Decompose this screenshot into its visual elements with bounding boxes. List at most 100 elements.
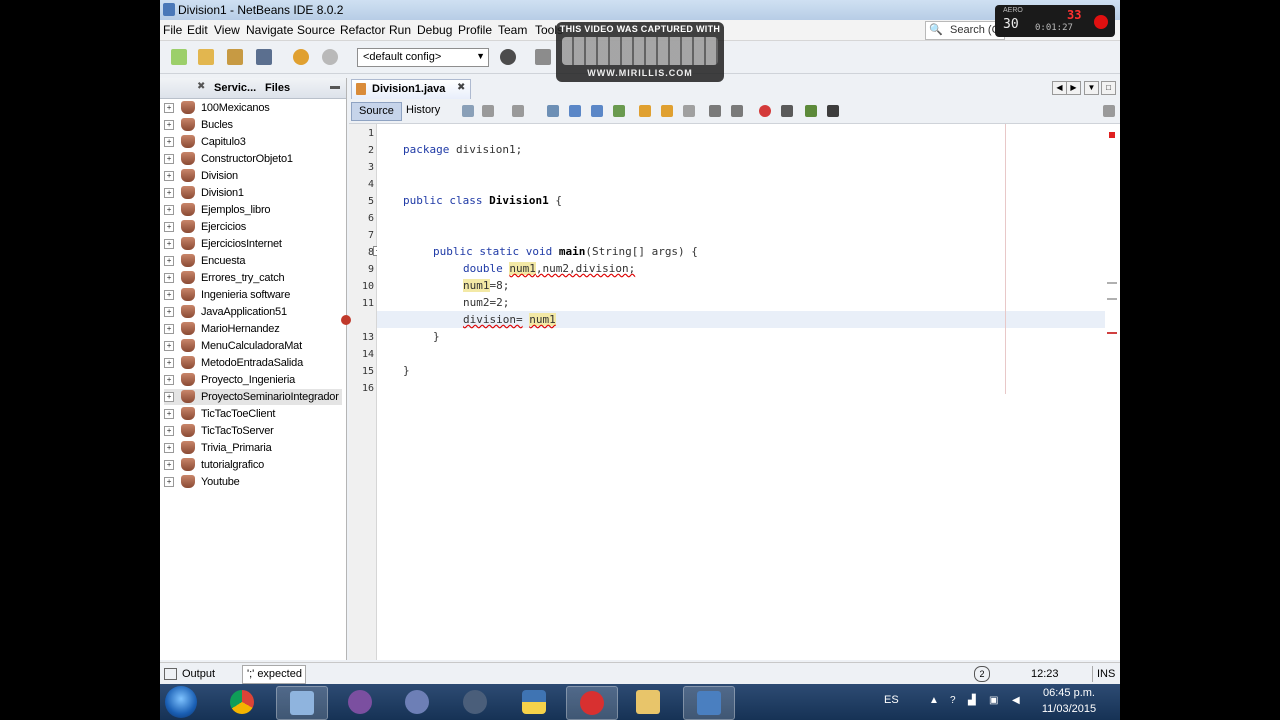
expand-icon[interactable]: + [164, 205, 174, 215]
expand-icon[interactable]: + [164, 409, 174, 419]
code-editor[interactable]: package division1; public class Division… [377, 124, 1120, 660]
next-bookmark-icon[interactable] [661, 105, 673, 117]
new-file-button[interactable] [168, 46, 190, 68]
minimize-icon[interactable]: ▬ [330, 81, 340, 92]
netbeans-taskbar-button[interactable] [276, 686, 328, 720]
tab-services[interactable]: Servic... [214, 82, 256, 94]
expand-icon[interactable]: + [164, 120, 174, 130]
open-project-button[interactable] [224, 46, 246, 68]
usb-icon[interactable]: ▣ [989, 695, 1001, 707]
expand-icon[interactable]: + [164, 290, 174, 300]
tree-item[interactable]: + Trivia_Primaria [164, 440, 342, 456]
menu-refactor[interactable]: Refactor [340, 23, 385, 37]
find-previous-icon[interactable] [569, 105, 581, 117]
expand-icon[interactable]: + [164, 477, 174, 487]
expand-icon[interactable]: + [164, 188, 174, 198]
tree-item[interactable]: + MetodoEntradaSalida [164, 355, 342, 371]
tab-files[interactable]: Files [265, 82, 290, 94]
tree-item[interactable]: + TicTacToServer [164, 423, 342, 439]
start-macro-icon[interactable] [759, 105, 771, 117]
expand-icon[interactable]: + [164, 103, 174, 113]
stripe-mark[interactable] [1107, 282, 1117, 284]
tree-item[interactable]: + Capitulo3 [164, 134, 342, 150]
find-icon[interactable] [547, 105, 559, 117]
tree-item[interactable]: + ConstructorObjeto1 [164, 151, 342, 167]
maximize-icon[interactable]: □ [1101, 81, 1116, 95]
network-icon[interactable]: ▲ [929, 695, 941, 707]
comment-icon[interactable] [805, 105, 817, 117]
expand-icon[interactable]: + [164, 426, 174, 436]
tree-item[interactable]: + MarioHernandez [164, 321, 342, 337]
menu-file[interactable]: File [163, 23, 182, 37]
expand-icon[interactable]: + [164, 392, 174, 402]
shift-left-icon[interactable] [709, 105, 721, 117]
expand-icon[interactable]: + [164, 307, 174, 317]
tree-item[interactable]: + Youtube [164, 474, 342, 490]
expand-icon[interactable]: + [164, 273, 174, 283]
tree-item[interactable]: + Encuesta [164, 253, 342, 269]
tab-history[interactable]: History [399, 102, 447, 119]
tree-item[interactable]: + tutorialgrafico [164, 457, 342, 473]
tree-item[interactable]: + JavaApplication51 [164, 304, 342, 320]
tree-item[interactable]: + Division1 [164, 185, 342, 201]
eclipse-taskbar-button[interactable] [450, 686, 500, 718]
clock-time[interactable]: 06:45 p.m. [1028, 687, 1110, 699]
python-taskbar-button[interactable] [509, 686, 559, 718]
stripe-mark[interactable] [1107, 298, 1117, 300]
tree-item[interactable]: + TicTacToeClient [164, 406, 342, 422]
expand-icon[interactable]: + [164, 137, 174, 147]
expand-icon[interactable]: + [164, 154, 174, 164]
toggle-highlight-icon[interactable] [613, 105, 625, 117]
expand-icon[interactable]: + [164, 239, 174, 249]
tree-item[interactable]: + MenuCalculadoraMat [164, 338, 342, 354]
expand-icon[interactable]: + [164, 171, 174, 181]
menu-source[interactable]: Source [297, 23, 335, 37]
recorder-taskbar-button[interactable] [566, 686, 618, 720]
tree-item[interactable]: + Bucles [164, 117, 342, 133]
expand-icon[interactable]: + [164, 358, 174, 368]
menu-profile[interactable]: Profile [458, 23, 492, 37]
menu-edit[interactable]: Edit [187, 23, 208, 37]
error-icon[interactable] [341, 315, 351, 325]
java-taskbar-button[interactable] [683, 686, 735, 720]
explorer-taskbar-button[interactable] [623, 686, 673, 718]
toggle-bookmark-icon[interactable] [683, 105, 695, 117]
notifications-icon[interactable]: 2 [974, 666, 990, 682]
expand-icon[interactable]: + [164, 341, 174, 351]
config-select[interactable]: <default config> ▼ [357, 48, 489, 67]
media-taskbar-button[interactable] [335, 686, 385, 718]
build-button[interactable] [532, 46, 554, 68]
menu-navigate[interactable]: Navigate [246, 23, 293, 37]
tab-source[interactable]: Source [351, 102, 402, 121]
menu-debug[interactable]: Debug [417, 23, 452, 37]
error-message[interactable]: ';' expected [242, 665, 306, 684]
last-edit-icon[interactable] [462, 105, 474, 117]
scroll-tabs-right-icon[interactable]: ▶ [1066, 81, 1081, 95]
tab-division1-java[interactable]: Division1.java ✖ [351, 79, 471, 99]
search-input[interactable]: 🔍 Search (C [925, 21, 1005, 40]
split-icon[interactable] [1103, 105, 1115, 117]
forward-icon[interactable] [512, 105, 524, 117]
help-icon[interactable]: ? [950, 695, 962, 707]
tree-item[interactable]: + Ejercicios [164, 219, 342, 235]
signal-icon[interactable]: ▟ [968, 695, 980, 707]
redo-button[interactable] [319, 46, 341, 68]
menu-team[interactable]: Team [498, 23, 527, 37]
tree-item[interactable]: + Division [164, 168, 342, 184]
output-button[interactable]: Output [182, 668, 215, 680]
new-project-button[interactable] [195, 46, 217, 68]
close-icon[interactable]: ✖ [197, 81, 205, 92]
tree-item[interactable]: + Ingenieria software [164, 287, 342, 303]
expand-icon[interactable]: + [164, 256, 174, 266]
record-icon[interactable] [1094, 15, 1108, 29]
tree-item[interactable]: + Proyecto_Ingenieria [164, 372, 342, 388]
expand-icon[interactable]: + [164, 460, 174, 470]
tree-item[interactable]: +100Mexicanos [164, 100, 342, 116]
expand-icon[interactable]: + [164, 222, 174, 232]
run-target-button[interactable] [497, 46, 519, 68]
close-icon[interactable]: ✖ [457, 82, 465, 93]
language-indicator[interactable]: ES [884, 694, 899, 706]
stop-macro-icon[interactable] [781, 105, 793, 117]
previous-bookmark-icon[interactable] [639, 105, 651, 117]
expand-icon[interactable]: + [164, 375, 174, 385]
